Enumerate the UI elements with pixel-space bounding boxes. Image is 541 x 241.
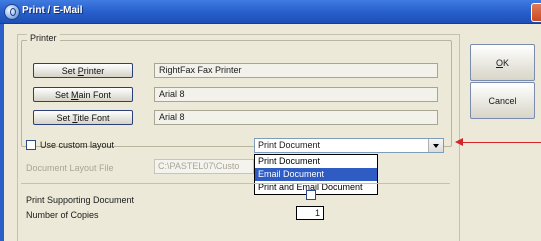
set-printer-prefix: Set	[61, 66, 78, 76]
custom-layout-checkbox[interactable]	[26, 140, 36, 150]
copies-label: Number of Copies	[26, 210, 99, 220]
ok-rest: K	[503, 58, 510, 68]
annotation-arrow-head-icon	[455, 138, 463, 146]
main-font-field: Arial 8	[154, 87, 438, 102]
custom-layout-label: Use custom layout	[40, 140, 115, 150]
close-icon[interactable]	[531, 3, 541, 22]
window-title: Print / E-Mail	[22, 5, 83, 16]
section-divider	[21, 183, 450, 184]
set-main-font-prefix: Set	[54, 90, 71, 100]
print-supporting-label: Print Supporting Document	[26, 195, 135, 205]
print-email-dialog: Print / E-Mail Printer Set Printer Right…	[0, 0, 541, 241]
set-title-font-rest: itle Font	[77, 113, 110, 123]
output-dropdown-list: Print Document Email Document Print and …	[254, 154, 378, 195]
set-title-font-button[interactable]: Set Title Font	[33, 110, 133, 125]
window-border	[0, 24, 4, 241]
printer-name-field: RightFax Fax Printer	[154, 63, 438, 78]
title-font-field: Arial 8	[154, 110, 438, 125]
app-icon	[4, 4, 20, 20]
cancel-button[interactable]: Cancel	[470, 82, 535, 119]
print-supporting-checkbox[interactable]	[306, 190, 316, 200]
ok-button[interactable]: OK	[470, 44, 535, 81]
set-printer-button[interactable]: Set Printer	[33, 63, 133, 78]
annotation-arrow-line	[462, 142, 541, 143]
dropdown-option-email[interactable]: Email Document	[255, 168, 377, 181]
chevron-down-icon[interactable]	[428, 139, 443, 152]
set-printer-rest: rinter	[83, 66, 105, 76]
document-layout-field: C:\PASTEL07\Custo	[154, 159, 254, 174]
document-layout-label: Document Layout File	[26, 163, 114, 173]
printer-group-label: Printer	[27, 33, 60, 43]
dialog-body: Printer Set Printer RightFax Fax Printer…	[0, 24, 541, 241]
ok-accel: O	[495, 58, 503, 68]
set-main-font-button[interactable]: Set Main Font	[33, 87, 133, 102]
copies-input[interactable]: 1	[296, 206, 324, 220]
set-title-font-prefix: Set	[56, 113, 73, 123]
title-bar[interactable]: Print / E-Mail	[0, 0, 541, 24]
output-select-value: Print Document	[258, 140, 321, 150]
set-main-font-rest: ain Font	[78, 90, 112, 100]
output-select[interactable]: Print Document	[254, 138, 444, 153]
dropdown-option-print[interactable]: Print Document	[255, 155, 377, 168]
